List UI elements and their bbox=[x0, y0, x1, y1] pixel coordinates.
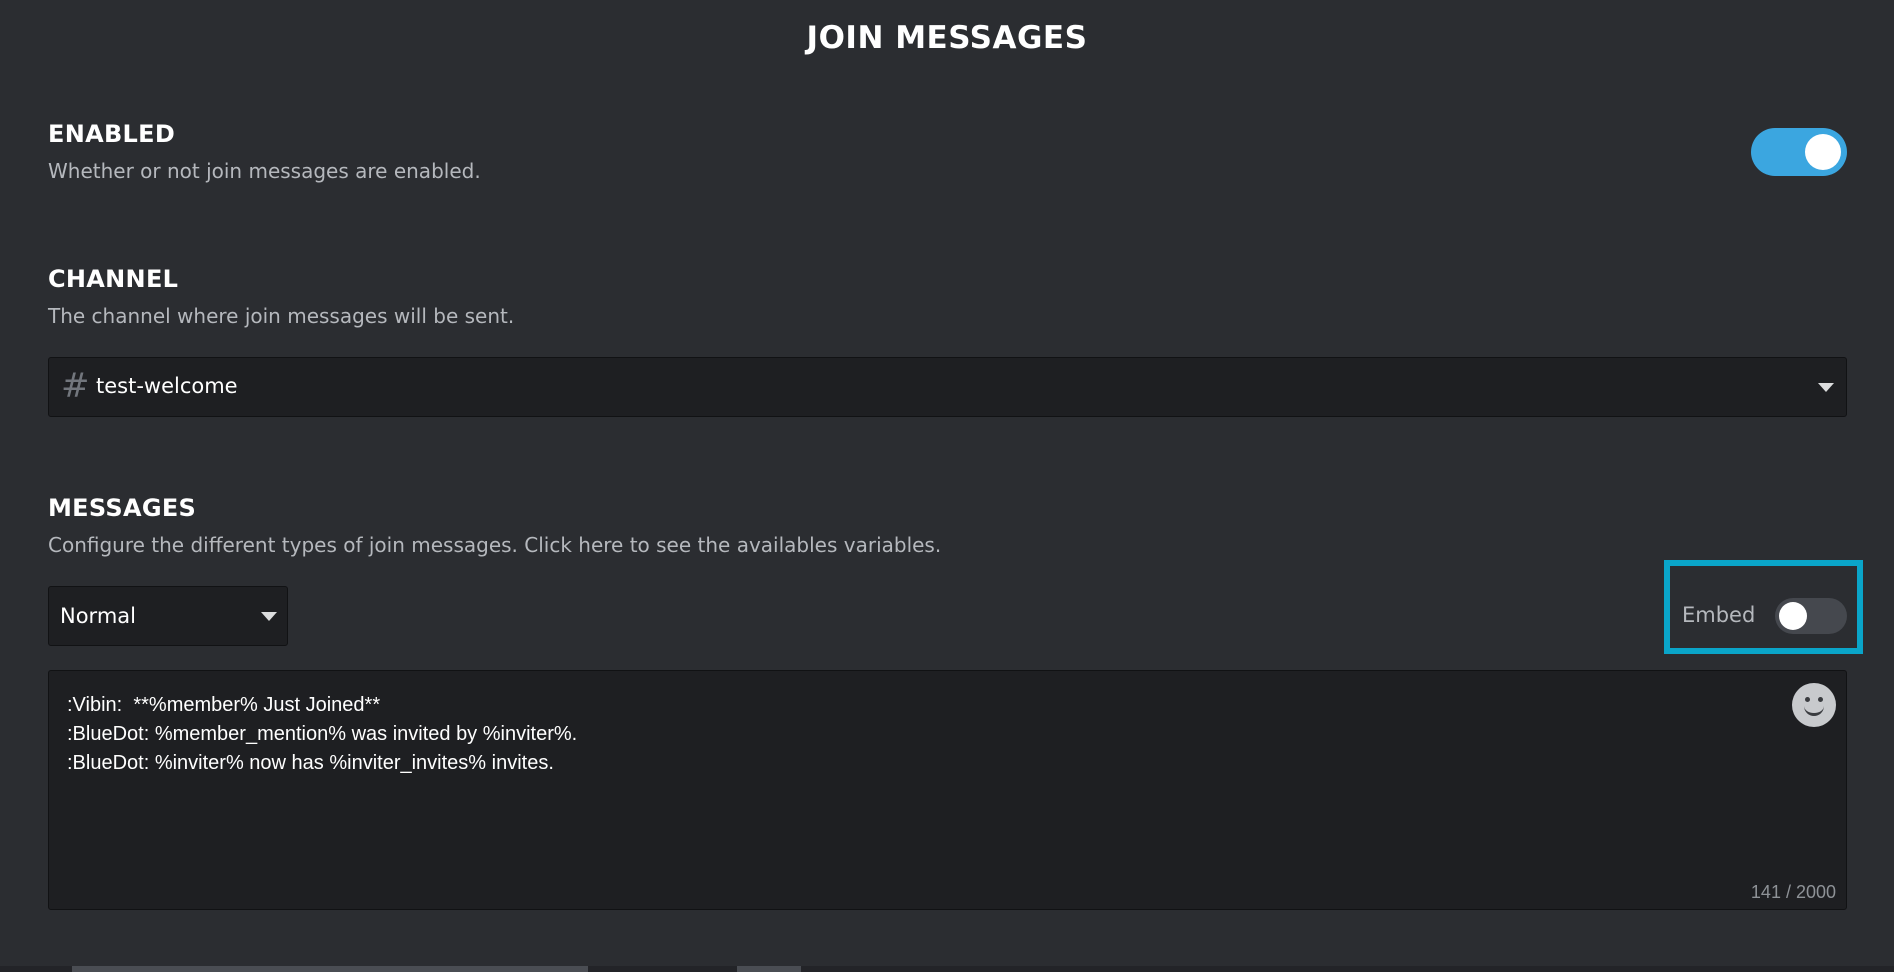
chevron-down-icon bbox=[1818, 383, 1834, 392]
join-messages-page: JOIN MESSAGES ENABLED Whether or not joi… bbox=[0, 0, 1894, 972]
channel-description: The channel where join messages will be … bbox=[48, 304, 515, 328]
message-content[interactable]: :Vibin: **%member% Just Joined** :BlueDo… bbox=[67, 691, 577, 778]
scrollbar-thumb[interactable] bbox=[737, 966, 801, 972]
channel-title: CHANNEL bbox=[48, 265, 179, 293]
message-type-selected-value: Normal bbox=[60, 604, 136, 628]
message-textarea[interactable]: :Vibin: **%member% Just Joined** :BlueDo… bbox=[48, 670, 1847, 910]
message-type-select[interactable]: Normal bbox=[48, 586, 288, 646]
channel-selected-value: test-welcome bbox=[96, 374, 238, 398]
toggle-knob bbox=[1805, 134, 1841, 170]
scrollbar-thumb[interactable] bbox=[72, 966, 588, 972]
channel-select[interactable]: # test-welcome bbox=[48, 357, 1847, 417]
horizontal-scrollbar[interactable] bbox=[0, 966, 1894, 972]
enabled-description: Whether or not join messages are enabled… bbox=[48, 159, 481, 183]
toggle-knob bbox=[1779, 602, 1807, 630]
chevron-down-icon bbox=[261, 612, 277, 621]
emoji-mouth bbox=[1804, 701, 1824, 716]
messages-description[interactable]: Configure the different types of join me… bbox=[48, 533, 941, 557]
page-title: JOIN MESSAGES bbox=[806, 20, 1088, 56]
character-count: 141 / 2000 bbox=[1750, 882, 1836, 902]
embed-label: Embed bbox=[1682, 603, 1756, 627]
hash-icon: # bbox=[61, 366, 90, 406]
emoji-picker-icon[interactable] bbox=[1792, 683, 1836, 727]
messages-title: MESSAGES bbox=[48, 494, 197, 522]
embed-toggle[interactable] bbox=[1775, 598, 1847, 634]
enabled-toggle[interactable] bbox=[1751, 128, 1847, 176]
enabled-title: ENABLED bbox=[48, 120, 176, 148]
